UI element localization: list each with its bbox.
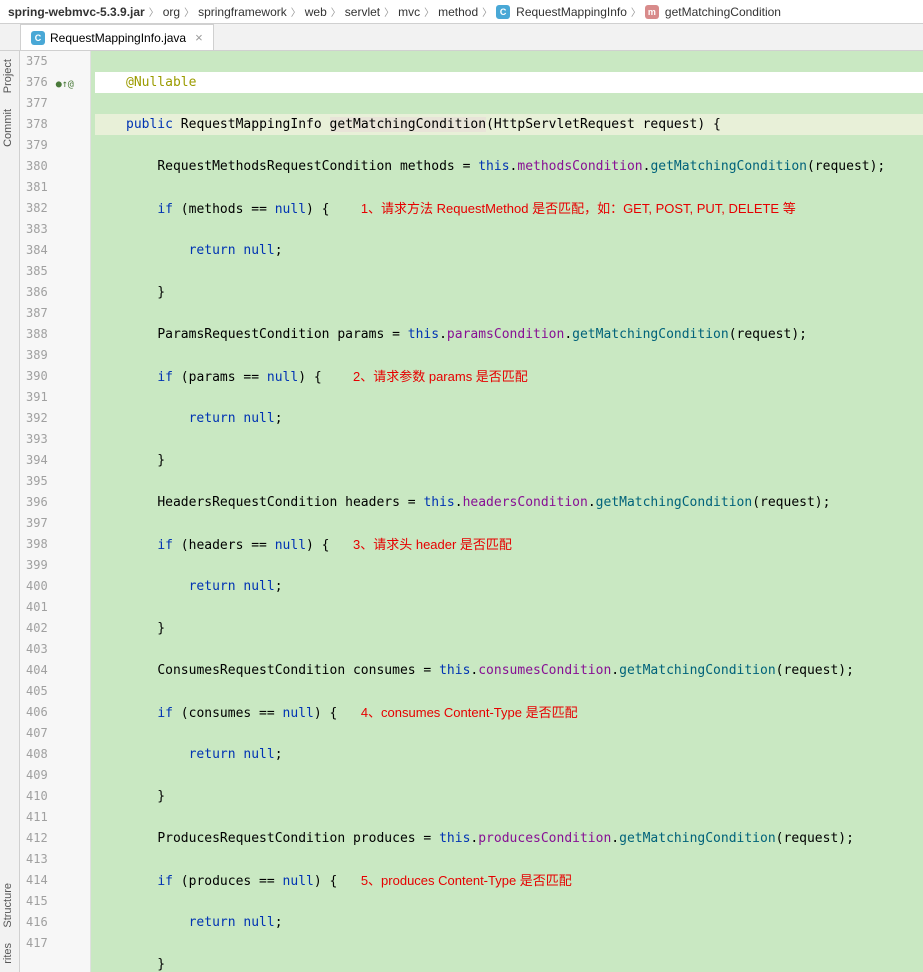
file-tab[interactable]: C RequestMappingInfo.java × bbox=[20, 24, 214, 50]
bulb-icon[interactable]: 💡 bbox=[20, 74, 22, 88]
annotation-5: 5、produces Content-Type 是否匹配 bbox=[361, 873, 572, 888]
class-icon: C bbox=[496, 5, 510, 19]
code-editor[interactable]: 3753763773783793803813823833843853863873… bbox=[20, 51, 923, 972]
chevron-icon: 〉 bbox=[424, 4, 434, 19]
chevron-icon: 〉 bbox=[384, 4, 394, 19]
tool-favorites[interactable]: rites bbox=[0, 935, 16, 972]
breadcrumb-item[interactable]: springframework bbox=[198, 5, 287, 19]
line-numbers: 3753763773783793803813823833843853863873… bbox=[20, 51, 56, 972]
code-area[interactable]: @Nullable public RequestMappingInfo getM… bbox=[91, 51, 923, 972]
chevron-icon: 〉 bbox=[331, 4, 341, 19]
breadcrumb-item[interactable]: servlet bbox=[345, 5, 380, 19]
tool-commit[interactable]: Commit bbox=[0, 101, 16, 155]
override-marker[interactable]: ●↑@ bbox=[56, 74, 74, 95]
tool-window-bar: Project Commit Structure rites bbox=[0, 51, 20, 972]
tool-project[interactable]: Project bbox=[0, 51, 16, 101]
breadcrumb-item[interactable]: RequestMappingInfo bbox=[516, 5, 627, 19]
annotation-1: 1、请求方法 RequestMethod 是否匹配，如：GET, POST, P… bbox=[361, 201, 796, 216]
method-icon: m bbox=[645, 5, 659, 19]
chevron-icon: 〉 bbox=[184, 4, 194, 19]
tool-structure[interactable]: Structure bbox=[0, 875, 16, 936]
gutter: 3753763773783793803813823833843853863873… bbox=[20, 51, 91, 972]
annotation-3: 3、请求头 header 是否匹配 bbox=[353, 537, 512, 552]
chevron-icon: 〉 bbox=[291, 4, 301, 19]
breadcrumb-item[interactable]: method bbox=[438, 5, 478, 19]
tab-bar: C RequestMappingInfo.java × bbox=[0, 24, 923, 51]
tab-filename: RequestMappingInfo.java bbox=[50, 31, 186, 45]
breadcrumb: spring-webmvc-5.3.9.jar 〉 org 〉 springfr… bbox=[0, 0, 923, 24]
breadcrumb-item[interactable]: mvc bbox=[398, 5, 420, 19]
breadcrumb-item[interactable]: org bbox=[163, 5, 180, 19]
chevron-icon: 〉 bbox=[482, 4, 492, 19]
close-icon[interactable]: × bbox=[195, 30, 203, 45]
breadcrumb-item[interactable]: spring-webmvc-5.3.9.jar bbox=[8, 5, 145, 19]
chevron-icon: 〉 bbox=[631, 4, 641, 19]
gutter-markers: ●↑@ 💡 bbox=[56, 51, 90, 972]
breadcrumb-item[interactable]: getMatchingCondition bbox=[665, 5, 781, 19]
annotation-4: 4、consumes Content-Type 是否匹配 bbox=[361, 705, 578, 720]
breadcrumb-item[interactable]: web bbox=[305, 5, 327, 19]
class-icon: C bbox=[31, 31, 45, 45]
annotation-2: 2、请求参数 params 是否匹配 bbox=[353, 369, 528, 384]
chevron-icon: 〉 bbox=[149, 4, 159, 19]
